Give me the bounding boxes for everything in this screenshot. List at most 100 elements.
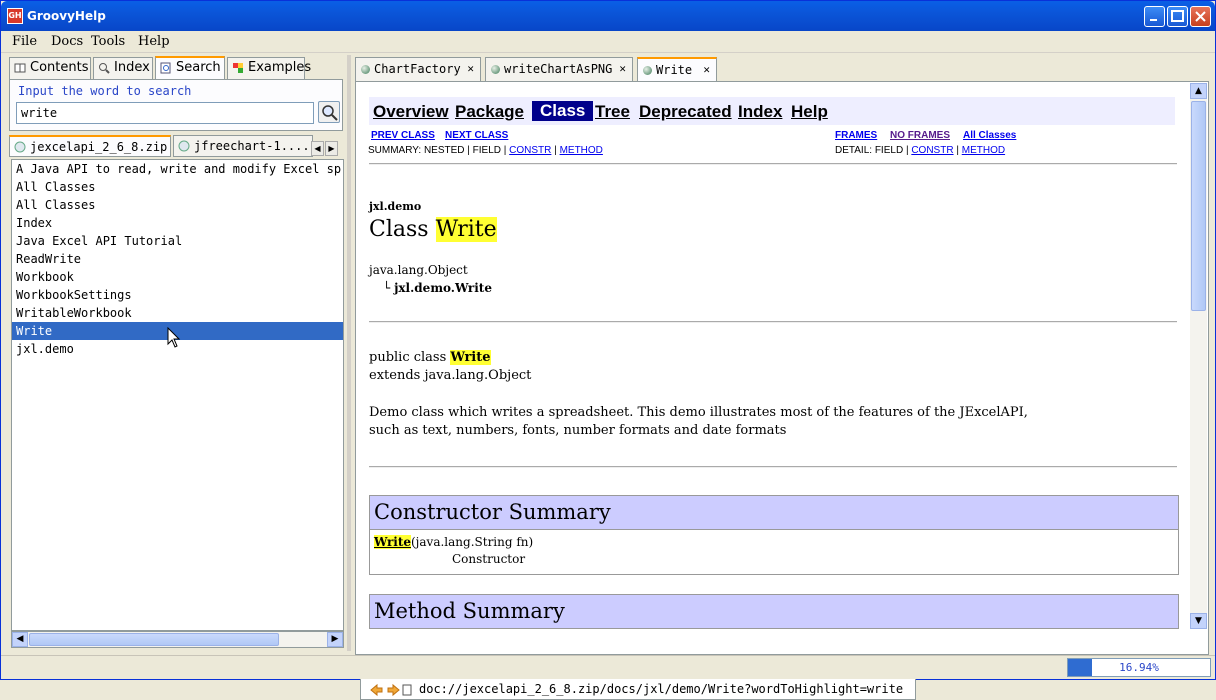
constructor-summary-row: Write(java.lang.String fn) Constructor: [370, 530, 1178, 574]
list-item[interactable]: Workbook: [12, 268, 343, 286]
no-frames-link[interactable]: NO FRAMES: [890, 130, 950, 141]
description-line-1: Demo class which writes a spreadsheet. T…: [369, 405, 1028, 420]
tab-write[interactable]: Write ✕: [637, 57, 717, 81]
decl-extends: extends java.lang.Object: [369, 368, 532, 383]
constructor-description: Constructor: [452, 552, 526, 566]
tab-search[interactable]: Search: [155, 56, 225, 80]
list-item[interactable]: All Classes: [12, 196, 343, 214]
package-name: jxl.demo: [369, 200, 422, 213]
menu-bar: File Docs Tools Help: [1, 31, 1215, 53]
nav-help-link[interactable]: Help: [791, 102, 828, 122]
magnifier-icon: [99, 63, 110, 74]
scroll-right-arrow-icon[interactable]: ▶: [327, 632, 343, 647]
next-class-link[interactable]: NEXT CLASS: [445, 130, 508, 141]
document-viewer: Overview Package Class Tree Deprecated I…: [355, 81, 1209, 700]
list-item[interactable]: A Java API to read, write and modify Exc…: [12, 160, 343, 178]
nav-package-link[interactable]: Package: [455, 102, 524, 122]
decl-prefix: public class: [369, 350, 447, 365]
list-item[interactable]: Java Excel API Tutorial: [12, 232, 343, 250]
tab-examples-label: Examples: [248, 60, 312, 75]
detail-separator: |: [956, 145, 959, 156]
constructor-summary-title: Constructor Summary: [370, 496, 1178, 530]
tab-writechartaspng[interactable]: writeChartAsPNG ✕: [485, 57, 633, 81]
list-item[interactable]: All Classes: [12, 178, 343, 196]
hierarchy-child-name: jxl.demo.Write: [394, 281, 492, 295]
detail-prefix: DETAIL: FIELD |: [835, 145, 909, 156]
class-title: Class Write: [369, 217, 497, 242]
class-title-name: Write: [435, 217, 497, 242]
summary-method-link[interactable]: METHOD: [560, 145, 603, 156]
divider: [369, 466, 1177, 468]
chevron-right-icon: ▶: [328, 144, 335, 153]
hierarchy-root: java.lang.Object: [369, 263, 468, 277]
menu-docs[interactable]: Docs: [51, 34, 83, 49]
close-window-button[interactable]: [1190, 6, 1211, 27]
back-forward-icons[interactable]: [369, 683, 413, 697]
left-tab-strip: Contents Index Search Examples: [9, 56, 345, 80]
page-ball-icon: [491, 65, 500, 74]
search-input[interactable]: [16, 102, 314, 124]
tab-search-label: Search: [176, 60, 221, 75]
tab-scroll-left-button[interactable]: ◀: [311, 141, 324, 156]
close-tab-icon[interactable]: ✕: [703, 59, 710, 81]
tab-index-label: Index: [114, 60, 150, 75]
tab-scroll-right-button[interactable]: ▶: [325, 141, 338, 156]
scroll-up-arrow-icon[interactable]: ▲: [1190, 83, 1207, 99]
constructor-link[interactable]: Write: [374, 535, 411, 549]
scroll-thumb[interactable]: [1191, 101, 1206, 311]
summary-constr-link[interactable]: CONSTR: [509, 145, 551, 156]
javadoc-page: Overview Package Class Tree Deprecated I…: [357, 83, 1189, 629]
scroll-left-arrow-icon[interactable]: ◀: [12, 632, 28, 647]
menu-tools[interactable]: Tools: [91, 34, 125, 49]
list-item[interactable]: WritableWorkbook: [12, 304, 343, 322]
title-bar[interactable]: GH GroovyHelp: [1, 1, 1215, 31]
class-declaration: public class Write extends java.lang.Obj…: [369, 349, 531, 385]
frames-link[interactable]: FRAMES: [835, 130, 877, 141]
summary-separator: |: [554, 145, 557, 156]
nav-index-link[interactable]: Index: [738, 102, 782, 122]
menu-help[interactable]: Help: [138, 34, 170, 49]
decl-class-name: Write: [450, 350, 491, 365]
tab-examples[interactable]: Examples: [227, 57, 311, 79]
prev-class-link[interactable]: PREV CLASS: [371, 130, 435, 141]
tab-chartfactory[interactable]: ChartFactory ✕: [355, 57, 481, 81]
nav-deprecated-link[interactable]: Deprecated: [639, 102, 732, 122]
maximize-button[interactable]: [1167, 6, 1188, 27]
all-classes-link[interactable]: All Classes: [963, 130, 1016, 141]
left-panel: Contents Index Search Examples Input the…: [5, 55, 345, 651]
detail-constr-link[interactable]: CONSTR: [911, 145, 953, 156]
document-status-bar: doc://jexcelapi_2_6_8.zip/docs/jxl/demo/…: [360, 678, 916, 700]
list-item[interactable]: WorkbookSettings: [12, 286, 343, 304]
zip-icon: [14, 141, 26, 153]
list-item[interactable]: Index: [12, 214, 343, 232]
close-tab-icon[interactable]: ✕: [619, 58, 626, 80]
document-vertical-scrollbar[interactable]: ▲ ▼: [1190, 83, 1207, 629]
nav-class-current: Class: [532, 101, 594, 121]
nav-overview-link[interactable]: Overview: [373, 102, 449, 122]
menu-file[interactable]: File: [12, 34, 37, 49]
constructor-signature: (java.lang.String fn): [411, 535, 534, 549]
scroll-down-arrow-icon[interactable]: ▼: [1190, 613, 1207, 629]
minimize-button[interactable]: [1144, 6, 1165, 27]
mouse-cursor-icon: [167, 327, 181, 348]
chevron-left-icon: ◀: [314, 144, 321, 153]
window-title: GroovyHelp: [27, 9, 106, 23]
progress-text: 16.94%: [1119, 661, 1159, 674]
tab-jexcelapi[interactable]: jexcelapi_2_6_8.zip: [9, 135, 171, 157]
class-description: Demo class which writes a spreadsheet. T…: [369, 404, 1028, 440]
detail-method-link[interactable]: METHOD: [962, 145, 1005, 156]
document-tab-strip: ChartFactory ✕ writeChartAsPNG ✕ Write ✕: [355, 57, 1213, 81]
search-results-list[interactable]: A Java API to read, write and modify Exc…: [11, 159, 344, 631]
tab-index[interactable]: Index: [93, 57, 153, 79]
scroll-thumb[interactable]: [29, 633, 279, 646]
search-button[interactable]: [318, 101, 340, 123]
results-horizontal-scrollbar[interactable]: ◀ ▶: [11, 631, 344, 648]
list-item[interactable]: ReadWrite: [12, 250, 343, 268]
tab-jfreechart[interactable]: jfreechart-1....: [173, 135, 313, 157]
tab-contents[interactable]: Contents: [9, 57, 91, 79]
close-tab-icon[interactable]: ✕: [467, 58, 474, 80]
nav-tree-link[interactable]: Tree: [595, 102, 630, 122]
tab-jexcelapi-label: jexcelapi_2_6_8.zip: [30, 140, 168, 154]
search-panel: Input the word to search: [9, 79, 343, 131]
tab-writechartaspng-label: writeChartAsPNG: [504, 62, 613, 76]
